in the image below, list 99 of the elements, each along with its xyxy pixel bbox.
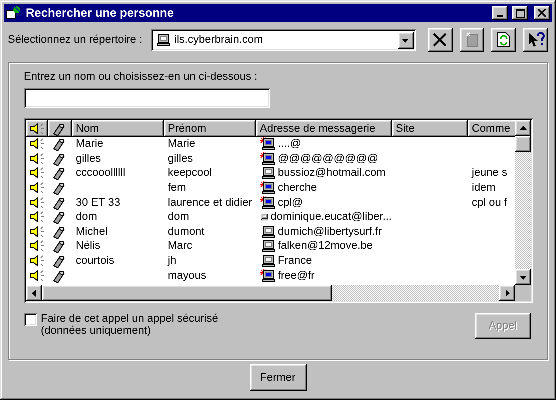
table-cell: dom [168, 211, 190, 224]
column-header[interactable]: Prénom [164, 120, 256, 137]
close-button[interactable] [534, 6, 550, 20]
stop-button[interactable] [428, 28, 453, 52]
column-header[interactable] [48, 120, 72, 137]
computer-icon [154, 33, 171, 47]
table-cell: mayous [168, 270, 207, 282]
up-arrow-icon [520, 124, 526, 132]
cylinder-icon [52, 181, 66, 196]
table-cell: dom [76, 211, 98, 224]
speaker-icon [30, 138, 46, 150]
table-cell: free@fr [278, 270, 315, 282]
scrollbar-corner [515, 285, 531, 301]
speaker-icon [30, 240, 46, 252]
speaker-icon [30, 152, 46, 165]
right-arrow-icon [504, 290, 510, 296]
table-cell: cpl@ [278, 196, 304, 209]
column-header[interactable] [26, 120, 48, 137]
column-header[interactable]: Nom [72, 120, 164, 137]
minimize-button[interactable] [492, 6, 508, 20]
window-title: Rechercher une personne [26, 6, 176, 20]
horizontal-scrollbar[interactable] [26, 285, 515, 301]
table-cell: jh [168, 255, 177, 268]
refresh-icon [496, 32, 511, 48]
table-cell: Marie [76, 138, 104, 150]
directory-label: Sélectionnez un répertoire : [8, 34, 143, 46]
directory-dropdown[interactable]: ils.cyberbrain.com [150, 29, 416, 51]
refresh-button[interactable] [491, 28, 516, 52]
table-cell: dumich@libertysurf.fr [278, 226, 382, 238]
secure-call-checkbox[interactable] [24, 313, 37, 326]
people-icon [6, 5, 22, 21]
help-icon [526, 32, 545, 48]
search-field[interactable] [24, 88, 270, 108]
table-cell: idem [472, 182, 496, 194]
speaker-icon [30, 255, 46, 268]
table-cell: France [278, 255, 312, 268]
checkbox-label: Faire de cet appel un appel sécurisé [41, 313, 218, 325]
checkbox-note: (données uniquement) [41, 325, 152, 337]
down-arrow-icon [402, 36, 410, 44]
scroll-right-button[interactable] [499, 285, 515, 301]
maximize-button[interactable] [512, 6, 528, 20]
cross-icon [433, 33, 448, 47]
column-header[interactable]: Site [392, 120, 468, 137]
document-icon [465, 32, 480, 48]
speaker-icon [30, 211, 46, 224]
table-cell: gilles [168, 152, 194, 165]
column-header[interactable]: Comme [468, 120, 515, 137]
properties-button[interactable] [460, 28, 484, 52]
table-cell: Marie [168, 138, 196, 150]
cylinder-icon [52, 254, 66, 268]
speaker-icon [30, 196, 46, 209]
table-cell: fem [168, 182, 186, 194]
table-cell: @@@@@@@@@ [278, 152, 378, 165]
vertical-scrollbar[interactable] [515, 120, 531, 285]
table-cell: 30 ET 33 [76, 196, 120, 209]
search-label: Entrez un nom ou choisissez-en un ci-dessous : [24, 71, 259, 83]
table-cell: bussioz@hotmail.com [278, 167, 386, 180]
cylinder-icon [52, 210, 66, 224]
scroll-thumb[interactable] [515, 136, 531, 152]
cylinder-icon [52, 166, 66, 180]
cylinder-icon [52, 239, 66, 254]
help-button[interactable] [523, 28, 548, 52]
scroll-thumb[interactable] [42, 285, 332, 301]
speaker-icon [30, 167, 46, 180]
table-cell: keepcool [168, 167, 212, 180]
table-cell: Michel [76, 226, 108, 238]
cylinder-icon [52, 152, 66, 166]
close-icon [538, 9, 546, 17]
close-dialog-button[interactable]: Fermer [250, 364, 306, 391]
scroll-up-button[interactable] [515, 120, 531, 136]
table-cell: dominique.eucat@liber... [270, 211, 392, 224]
left-arrow-icon [30, 290, 38, 296]
table-cell: cpl ou f [472, 196, 508, 209]
table-cell: dumont [168, 226, 205, 238]
speaker-icon [30, 226, 46, 238]
dropdown-button[interactable] [398, 32, 414, 48]
speaker-icon [30, 182, 46, 194]
table-cell: courtois [76, 255, 115, 268]
table-cell: Nélis [76, 240, 100, 252]
table-cell: cherche [278, 182, 318, 194]
column-header[interactable]: Adresse de messagerie [256, 120, 392, 137]
speaker-icon [30, 270, 46, 282]
down-arrow-icon [520, 274, 526, 280]
cylinder-icon [52, 196, 66, 210]
maximize-icon [516, 8, 524, 18]
table-cell: Marc [168, 240, 192, 252]
cylinder-icon [52, 122, 66, 136]
scroll-left-button[interactable] [26, 285, 42, 301]
cylinder-icon [52, 137, 66, 152]
scroll-down-button[interactable] [515, 269, 531, 285]
table-cell: ....@ [278, 138, 302, 150]
table-cell: gilles [76, 152, 102, 165]
cylinder-icon [52, 268, 66, 283]
table-cell: cccooollllll [76, 167, 126, 180]
table-cell: laurence et didier [168, 196, 252, 209]
speaker-icon [30, 122, 46, 134]
table-cell: jeune s [472, 167, 508, 180]
cylinder-icon [52, 224, 66, 239]
table-cell: falken@12move.be [278, 240, 373, 252]
